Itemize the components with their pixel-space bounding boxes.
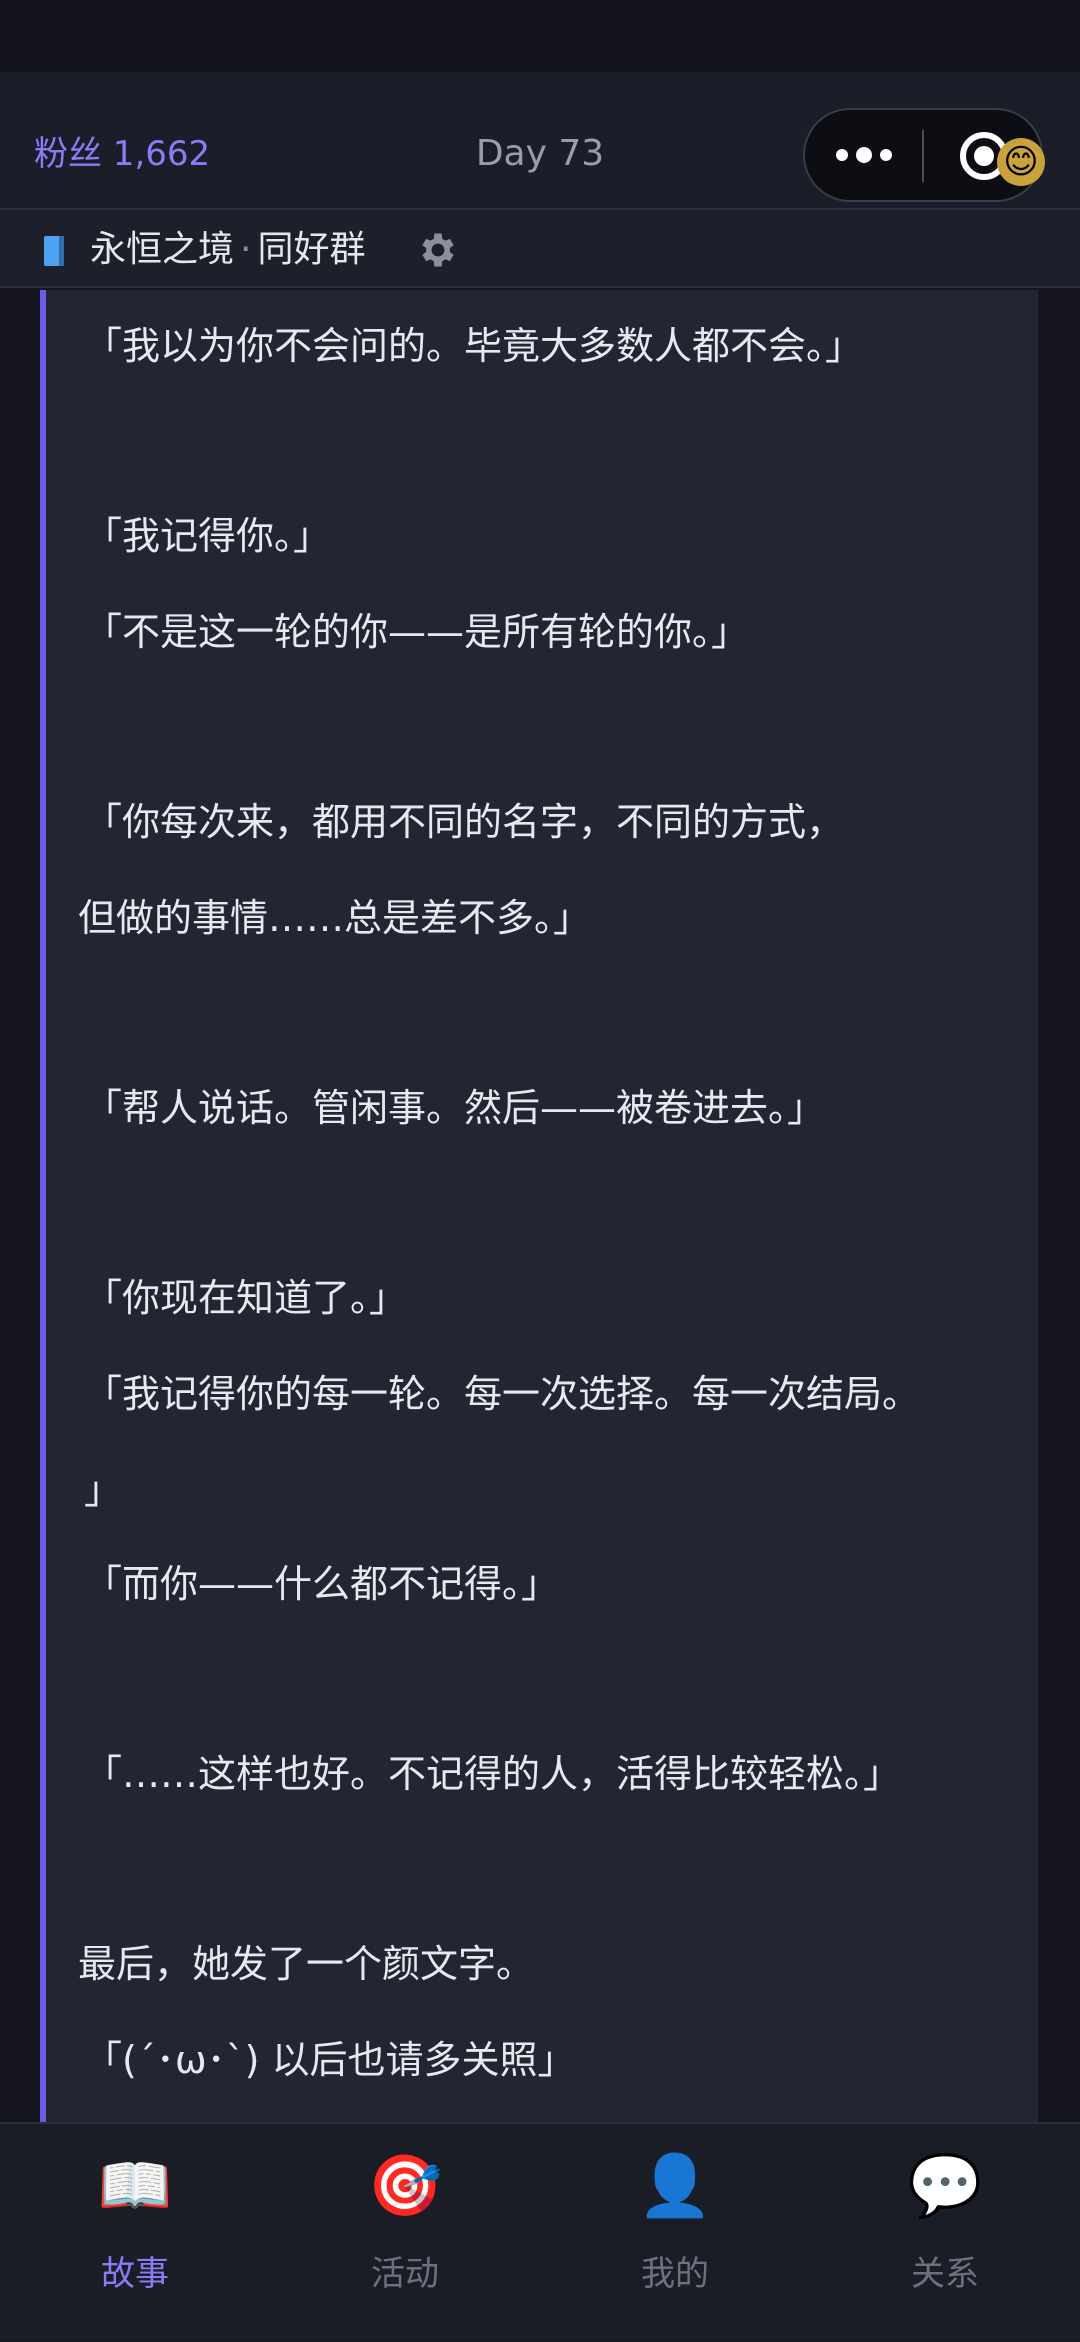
capsule-divider <box>922 130 924 182</box>
group-bar: 永恒之境 · 同好群 <box>0 208 1080 288</box>
tab-activity[interactable]: 🎯 活动 <box>270 2124 540 2342</box>
tab-relations[interactable]: 💬 关系 <box>810 2124 1080 2342</box>
story-line: 「……这样也好。不记得的人，活得比较轻松。」 <box>84 1752 902 1796</box>
book-icon: 📖 <box>97 2151 173 2221</box>
story-line: 「我以为你不会问的。毕竟大多数人都不会。」 <box>84 324 864 368</box>
story-line: 「不是这一轮的你——是所有轮的你。」 <box>84 610 750 654</box>
title-separator: · <box>240 229 252 270</box>
story-line: 「帮人说话。管闲事。然后——被卷进去。」 <box>84 1086 826 1130</box>
bottom-tab-bar: 📖 故事 🎯 活动 👤 我的 💬 关系 <box>0 2122 1080 2340</box>
tab-mine[interactable]: 👤 我的 <box>540 2124 810 2342</box>
target-icon: 🎯 <box>367 2151 443 2221</box>
avatar[interactable]: 😊 <box>997 138 1045 186</box>
story-content-area[interactable]: 「我以为你不会问的。毕竟大多数人都不会。」 「我记得你。」 「不是这一轮的你——… <box>0 290 1080 2122</box>
status-bar <box>0 0 1080 72</box>
chat-bubble-icon: 💬 <box>907 2151 983 2221</box>
story-line: 「我记得你的每一轮。每一次选择。每一次结局。 <box>84 1372 921 1416</box>
tab-label: 故事 <box>101 2254 169 2294</box>
group-title[interactable]: 永恒之境 · 同好群 <box>90 228 365 272</box>
tab-label: 我的 <box>641 2254 709 2294</box>
more-dot-center <box>856 147 872 163</box>
story-line: 「你每次来，都用不同的名字，不同的方式， <box>84 800 845 844</box>
story-line: 但做的事情……总是差不多。」 <box>78 896 592 940</box>
bookmark-icon <box>44 236 64 266</box>
more-menu-button[interactable] <box>805 110 923 200</box>
story-line: 」 <box>84 1468 123 1512</box>
more-dot-right <box>880 149 892 161</box>
story-line: 「(´･ω･`) 以后也请多关照」 <box>84 2038 576 2082</box>
group-title-text: 永恒之境 <box>90 229 235 270</box>
story-line: 「你现在知道了。」 <box>84 1276 408 1320</box>
story-panel: 「我以为你不会问的。毕竟大多数人都不会。」 「我记得你。」 「不是这一轮的你——… <box>40 290 1038 2122</box>
tab-story[interactable]: 📖 故事 <box>0 2124 270 2342</box>
more-dots-icon <box>836 149 848 161</box>
user-icon: 👤 <box>637 2151 713 2221</box>
tab-label: 活动 <box>371 2254 439 2294</box>
story-line: 最后，她发了一个颜文字。 <box>78 1942 535 1986</box>
tab-label: 关系 <box>911 2254 979 2294</box>
story-line: 「我记得你。」 <box>84 514 332 558</box>
story-line: 「而你——什么都不记得。」 <box>84 1562 560 1606</box>
group-type-text: 同好群 <box>257 229 366 270</box>
top-header: 粉丝 1,662 Day 73 <box>0 72 1080 208</box>
gear-icon[interactable] <box>416 228 460 272</box>
